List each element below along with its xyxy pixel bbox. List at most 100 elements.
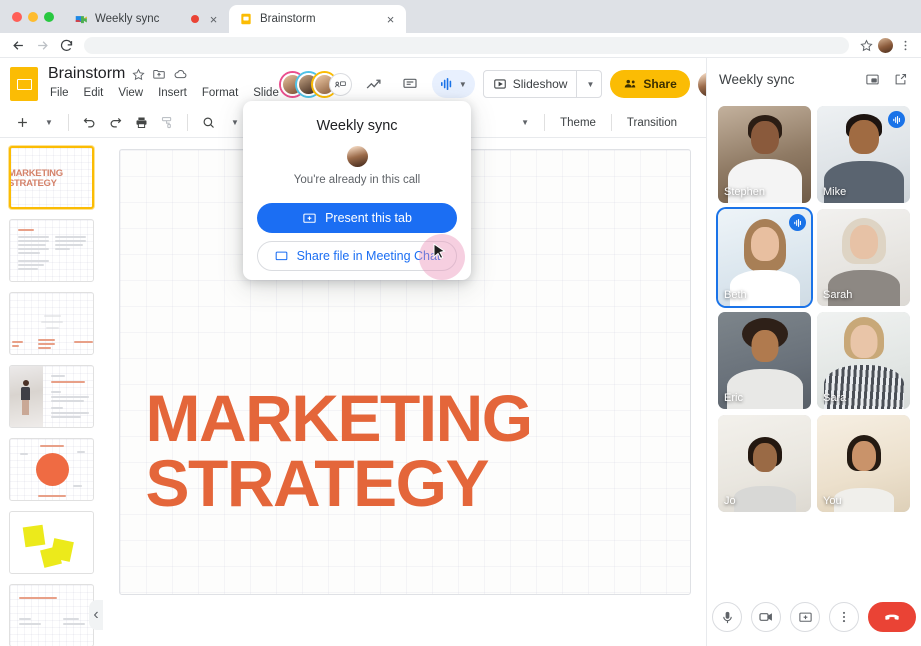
menu-item-slide[interactable]: Slide	[251, 86, 281, 100]
activity-dashboard-button[interactable]	[360, 70, 388, 98]
collapse-filmstrip-button[interactable]: ‹	[89, 600, 103, 630]
meet-panel-header: Weekly sync	[707, 58, 921, 100]
slide-thumbnail-2[interactable]	[9, 219, 94, 282]
close-window-button[interactable]	[12, 12, 22, 22]
share-label: Share	[643, 77, 676, 91]
maximize-window-button[interactable]	[44, 12, 54, 22]
trending-up-icon	[365, 76, 382, 93]
play-presentation-icon	[493, 77, 507, 91]
share-file-in-meeting-chat-button[interactable]: Share file in Meeting Chat	[257, 241, 457, 271]
more-options-icon	[837, 610, 851, 624]
reload-button[interactable]	[55, 34, 77, 56]
participant-tile-stephen[interactable]: Stephen	[718, 106, 811, 203]
thumbnail-person-image	[19, 380, 32, 416]
slide-thumbnail-5[interactable]	[9, 438, 94, 501]
filmstrip-item[interactable]	[9, 511, 94, 574]
window-controls	[0, 12, 64, 33]
filmstrip-item[interactable]	[9, 584, 94, 646]
paint-format-button[interactable]	[155, 111, 179, 135]
slideshow-dropdown-button[interactable]: ▼	[576, 71, 601, 97]
browser-menu-button[interactable]	[896, 36, 914, 54]
cloud-saved-icon	[173, 67, 188, 82]
slideshow-button[interactable]: Slideshow ▼	[483, 70, 603, 98]
address-bar[interactable]	[84, 37, 849, 54]
end-call-button[interactable]	[868, 602, 916, 632]
participant-tile-eric[interactable]: Eric	[718, 312, 811, 409]
page-title[interactable]: Brainstorm	[48, 65, 125, 83]
popup-title: Weekly sync	[257, 118, 457, 134]
meet-side-panel: Weekly sync Stephen	[706, 58, 921, 646]
minimize-window-button[interactable]	[28, 12, 38, 22]
present-screen-button[interactable]	[790, 602, 820, 632]
forward-button[interactable]	[31, 34, 53, 56]
picture-in-picture-button[interactable]	[861, 68, 883, 90]
menu-item-format[interactable]: Format	[200, 86, 240, 100]
google-slides-icon	[239, 12, 253, 26]
filmstrip-item[interactable]	[9, 438, 94, 501]
popup-user-avatar	[347, 146, 368, 167]
browser-profile-avatar[interactable]	[877, 37, 894, 54]
menu-item-insert[interactable]: Insert	[156, 86, 189, 100]
participant-tile-sara[interactable]: Sara	[817, 312, 910, 409]
participant-tile-mike[interactable]: Mike	[817, 106, 910, 203]
close-tab-button[interactable]: ×	[206, 12, 221, 27]
menu-item-edit[interactable]: Edit	[82, 86, 106, 100]
browser-tab-weekly-sync[interactable]: Weekly sync ×	[64, 5, 229, 33]
filmstrip-item[interactable]	[9, 219, 94, 282]
open-in-new-window-button[interactable]	[889, 68, 911, 90]
bookmark-star-icon[interactable]	[857, 36, 875, 54]
reload-icon	[59, 38, 74, 53]
participant-tiles-grid: Stephen Mike	[707, 100, 921, 588]
slides-logo-icon	[10, 67, 38, 101]
slides-menu-bar: File Edit View Insert Format Slide	[48, 86, 281, 100]
camera-button[interactable]	[751, 602, 781, 632]
meet-audio-button[interactable]: ▼	[432, 70, 475, 98]
slide-thumbnail-7[interactable]	[9, 584, 94, 646]
microphone-button[interactable]	[712, 602, 742, 632]
more-toolbar-options[interactable]: ▼	[512, 111, 536, 135]
undo-icon	[82, 115, 97, 130]
slide-heading-text[interactable]: MARKETING STRATEGY	[146, 386, 676, 515]
menu-item-view[interactable]: View	[116, 86, 145, 100]
slide-thumbnail-1[interactable]: MARKETINGSTRATEGY	[9, 146, 94, 209]
print-button[interactable]	[129, 111, 153, 135]
browser-tab-brainstorm[interactable]: Brainstorm ×	[229, 5, 406, 33]
theme-button[interactable]: Theme	[553, 117, 603, 129]
share-button[interactable]: Share	[610, 70, 689, 98]
meet-call-title: Weekly sync	[719, 72, 855, 87]
popup-subtitle: You're already in this call	[257, 174, 457, 186]
transition-button[interactable]: Transition	[620, 117, 684, 129]
star-document-icon[interactable]	[132, 68, 145, 81]
filmstrip-item[interactable]	[9, 365, 94, 428]
comments-button[interactable]	[396, 70, 424, 98]
close-tab-button[interactable]: ×	[383, 12, 398, 27]
redo-button[interactable]	[103, 111, 127, 135]
more-options-button[interactable]	[829, 602, 859, 632]
end-call-icon	[882, 607, 902, 627]
join-call-avatar-button[interactable]	[329, 73, 352, 96]
present-this-tab-button[interactable]: Present this tab	[257, 203, 457, 233]
filmstrip-item[interactable]	[9, 292, 94, 355]
zoom-button[interactable]	[196, 111, 220, 135]
slide-filmstrip[interactable]: MARKETINGSTRATEGY	[0, 138, 103, 646]
new-slide-button[interactable]	[10, 111, 34, 135]
slide-thumbnail-4[interactable]	[9, 365, 94, 428]
menu-item-file[interactable]: File	[48, 86, 71, 100]
filmstrip-item[interactable]: MARKETINGSTRATEGY	[9, 146, 94, 209]
toolbar-divider	[187, 114, 188, 131]
participant-name: Sara	[823, 392, 846, 404]
slide-thumbnail-6[interactable]	[9, 511, 94, 574]
new-slide-dropdown[interactable]: ▼	[36, 111, 60, 135]
undo-button[interactable]	[77, 111, 101, 135]
toolbar-divider	[68, 114, 69, 131]
move-to-folder-icon[interactable]	[152, 67, 166, 81]
participant-tile-you[interactable]: You	[817, 415, 910, 512]
back-button[interactable]	[7, 34, 29, 56]
chevron-down-icon: ▼	[521, 118, 529, 127]
chevron-down-icon: ▼	[231, 118, 239, 127]
participant-tile-jo[interactable]: Jo	[718, 415, 811, 512]
participant-tile-sarah[interactable]: Sarah	[817, 209, 910, 306]
document-title-block: Brainstorm	[48, 65, 281, 100]
slide-thumbnail-3[interactable]	[9, 292, 94, 355]
participant-tile-beth[interactable]: Beth	[718, 209, 811, 306]
